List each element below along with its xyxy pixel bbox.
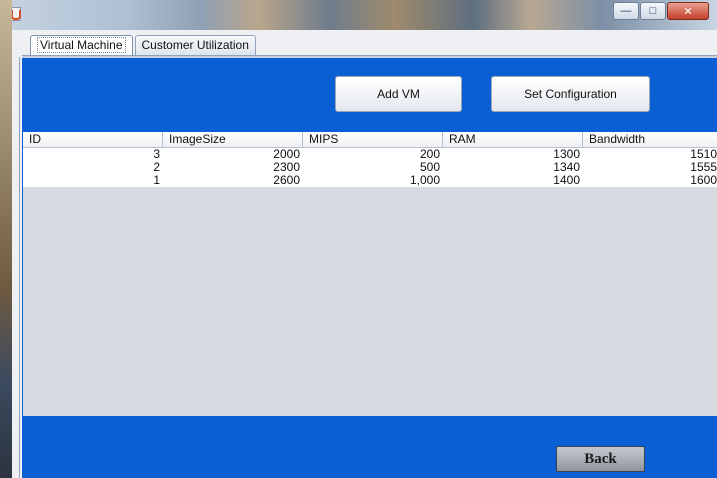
close-icon[interactable]: ✕ [667,2,709,20]
cell-id: 2 [153,161,160,174]
column-header-mips[interactable]: MIPS [303,132,443,147]
cell-imagesize: 2300 [273,161,300,174]
desktop-background-strip [0,0,12,478]
tab-label: Virtual Machine [37,37,126,53]
cell-imagesize: 2600 [273,174,300,187]
tab-bar: Virtual Machine Customer Utilization [30,35,258,57]
cell-id: 3 [153,148,160,161]
cell-mips: 500 [419,161,440,174]
tab-customer-utilization[interactable]: Customer Utilization [134,35,256,55]
minimize-icon[interactable]: — [613,2,639,20]
cell-bandwidth: 1510 [690,148,717,161]
table-header: ID ImageSize MIPS RAM Bandwidth [23,132,717,148]
column-header-id[interactable]: ID [23,132,163,147]
cell-id: 1 [153,174,160,187]
cell-mips: 1,000 [409,174,440,187]
cell-bandwidth: 1555 [690,161,717,174]
table-row[interactable]: 2 2300 500 1340 1555 [23,161,717,174]
tab-virtual-machine[interactable]: Virtual Machine [30,35,133,56]
column-header-ram[interactable]: RAM [443,132,583,147]
add-vm-button[interactable]: Add VM [335,76,462,112]
title-bar[interactable]: — □ ✕ [0,0,717,30]
window-controls: — □ ✕ [612,2,709,20]
column-header-bandwidth[interactable]: Bandwidth [583,132,717,147]
back-button[interactable]: Back [556,446,645,472]
tab-label: Customer Utilization [141,38,249,52]
maximize-icon[interactable]: □ [640,2,666,20]
cell-ram: 1300 [553,148,580,161]
cell-mips: 200 [419,148,440,161]
app-window: — □ ✕ Virtual Machine Customer Utilizati… [0,0,717,478]
cell-ram: 1340 [553,161,580,174]
cell-imagesize: 2000 [273,148,300,161]
table-row[interactable]: 1 2600 1,000 1400 1600 [23,174,717,187]
table-row[interactable]: 3 2000 200 1300 1510 [23,148,717,161]
panel-left-border [12,57,22,478]
column-header-imagesize[interactable]: ImageSize [163,132,303,147]
cell-ram: 1400 [553,174,580,187]
cell-bandwidth: 1600 [690,174,717,187]
table-body: 3 2000 200 1300 1510 2 2300 500 1340 155… [23,148,717,187]
set-configuration-button[interactable]: Set Configuration [491,76,650,112]
